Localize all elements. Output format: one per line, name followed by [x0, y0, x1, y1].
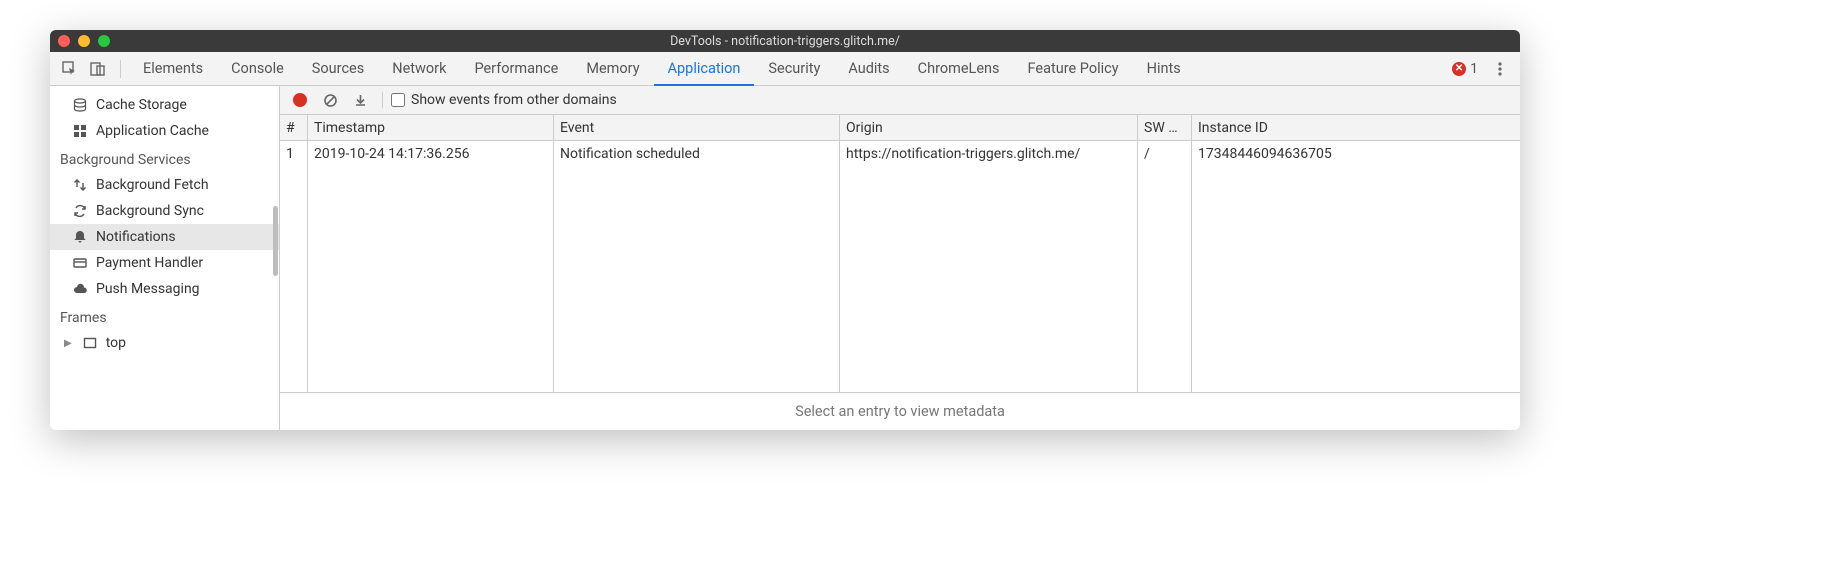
- col-header-num[interactable]: #: [280, 115, 308, 140]
- close-window-button[interactable]: [58, 35, 70, 47]
- tab-security[interactable]: Security: [754, 52, 834, 86]
- checkbox-label: Show events from other domains: [411, 92, 617, 108]
- sidebar-item-application-cache[interactable]: Application Cache: [50, 118, 279, 144]
- metadata-hint: Select an entry to view metadata: [280, 393, 1520, 430]
- error-count: 1: [1470, 61, 1478, 77]
- window-controls: [58, 35, 110, 47]
- col-header-sw-scope[interactable]: SW …: [1138, 115, 1192, 140]
- cloud-icon: [72, 281, 88, 297]
- sidebar-item-push-messaging[interactable]: Push Messaging: [50, 276, 279, 302]
- sidebar-item-notifications[interactable]: Notifications: [50, 224, 279, 250]
- tab-memory[interactable]: Memory: [572, 52, 653, 86]
- minimize-window-button[interactable]: [78, 35, 90, 47]
- grid-icon: [72, 123, 88, 139]
- more-menu-icon[interactable]: [1486, 61, 1514, 77]
- sync-icon: [72, 203, 88, 219]
- frame-icon: [82, 335, 98, 351]
- separator: [382, 92, 383, 108]
- tab-audits[interactable]: Audits: [834, 52, 903, 86]
- cell-timestamp: 2019-10-24 14:17:36.256: [308, 141, 554, 392]
- disclosure-triangle-icon[interactable]: ▶: [64, 338, 72, 349]
- record-button[interactable]: [286, 88, 314, 112]
- table-row[interactable]: 1 2019-10-24 14:17:36.256 Notification s…: [280, 141, 1520, 393]
- sidebar-section-background-services: Background Services: [50, 144, 279, 172]
- tab-feature-policy[interactable]: Feature Policy: [1014, 52, 1133, 86]
- events-table: # Timestamp Event Origin SW … Instance I…: [280, 115, 1520, 430]
- tab-application[interactable]: Application: [654, 52, 755, 86]
- checkbox-input[interactable]: [391, 93, 405, 107]
- sidebar-item-label: Push Messaging: [96, 281, 200, 297]
- download-button[interactable]: [346, 88, 374, 112]
- sidebar-item-frame-top[interactable]: ▶ top: [50, 330, 279, 356]
- tab-console[interactable]: Console: [217, 52, 298, 86]
- sidebar-item-label: Background Sync: [96, 203, 204, 219]
- error-icon: ✕: [1452, 62, 1466, 76]
- panel-body: Cache Storage Application Cache Backgrou…: [50, 86, 1520, 430]
- sidebar-item-label: top: [106, 335, 126, 351]
- database-icon: [72, 97, 88, 113]
- sidebar-scrollbar[interactable]: [273, 206, 278, 276]
- tab-chromelens[interactable]: ChromeLens: [904, 52, 1014, 86]
- col-header-instance-id[interactable]: Instance ID: [1192, 115, 1520, 140]
- sidebar-item-label: Payment Handler: [96, 255, 203, 271]
- sidebar-item-cache-storage[interactable]: Cache Storage: [50, 92, 279, 118]
- sidebar-item-label: Cache Storage: [96, 97, 187, 113]
- clear-button[interactable]: [316, 88, 344, 112]
- transfer-icon: [72, 177, 88, 193]
- sidebar-item-label: Notifications: [96, 229, 176, 245]
- sidebar-item-label: Application Cache: [96, 123, 209, 139]
- titlebar: DevTools - notification-triggers.glitch.…: [50, 30, 1520, 52]
- tab-elements[interactable]: Elements: [129, 52, 217, 86]
- credit-card-icon: [72, 255, 88, 271]
- separator: [120, 60, 121, 78]
- bell-icon: [72, 229, 88, 245]
- events-toolbar: Show events from other domains: [280, 86, 1520, 115]
- window-title: DevTools - notification-triggers.glitch.…: [50, 34, 1520, 49]
- col-header-timestamp[interactable]: Timestamp: [308, 115, 554, 140]
- application-sidebar: Cache Storage Application Cache Backgrou…: [50, 86, 280, 430]
- cell-sw-scope: /: [1138, 141, 1192, 392]
- tab-network[interactable]: Network: [378, 52, 460, 86]
- sidebar-item-label: Background Fetch: [96, 177, 209, 193]
- maximize-window-button[interactable]: [98, 35, 110, 47]
- devtools-window: DevTools - notification-triggers.glitch.…: [50, 30, 1520, 430]
- cell-instance-id: 17348446094636705: [1192, 141, 1520, 392]
- inspect-element-icon[interactable]: [56, 55, 84, 83]
- panel-tabbar: Elements Console Sources Network Perform…: [50, 52, 1520, 86]
- sidebar-item-payment-handler[interactable]: Payment Handler: [50, 250, 279, 276]
- sidebar-item-background-fetch[interactable]: Background Fetch: [50, 172, 279, 198]
- tab-sources[interactable]: Sources: [298, 52, 378, 86]
- col-header-origin[interactable]: Origin: [840, 115, 1138, 140]
- tab-performance[interactable]: Performance: [460, 52, 572, 86]
- sidebar-section-frames: Frames: [50, 302, 279, 330]
- error-count-badge[interactable]: ✕ 1: [1452, 61, 1478, 77]
- sidebar-item-background-sync[interactable]: Background Sync: [50, 198, 279, 224]
- main-panel: Show events from other domains # Timesta…: [280, 86, 1520, 430]
- cell-origin: https://notification-triggers.glitch.me/: [840, 141, 1138, 392]
- tab-hints[interactable]: Hints: [1133, 52, 1195, 86]
- table-header-row: # Timestamp Event Origin SW … Instance I…: [280, 115, 1520, 141]
- cell-event: Notification scheduled: [554, 141, 840, 392]
- device-toolbar-icon[interactable]: [84, 55, 112, 83]
- show-other-domains-checkbox[interactable]: Show events from other domains: [391, 92, 617, 108]
- col-header-event[interactable]: Event: [554, 115, 840, 140]
- record-icon: [293, 93, 307, 107]
- cell-num: 1: [280, 141, 308, 392]
